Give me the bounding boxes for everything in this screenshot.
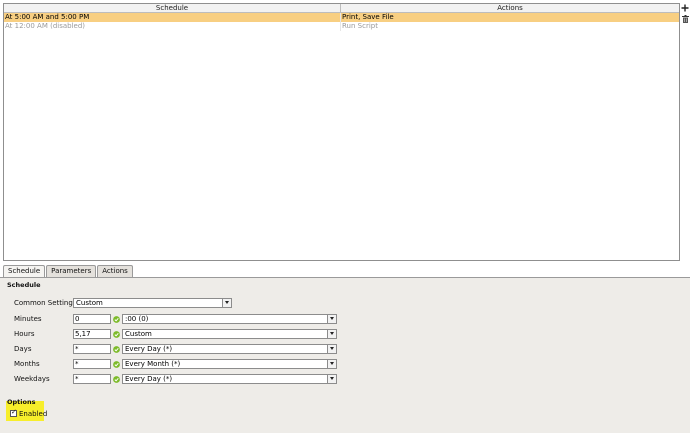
row-schedule-cell: At 5:00 AM and 5:00 PM xyxy=(4,13,341,22)
check-circle-icon xyxy=(113,360,120,368)
weekdays-label: Weekdays xyxy=(14,375,50,383)
enabled-option[interactable]: ✓ Enabled xyxy=(10,409,47,418)
hours-row: Hours 5,17 Custom xyxy=(14,329,674,339)
chevron-down-icon[interactable] xyxy=(327,345,336,353)
schedule-table: Schedule Actions At 5:00 AM and 5:00 PM … xyxy=(3,3,680,261)
tab-parameters[interactable]: Parameters xyxy=(46,265,97,277)
options-section-title: Options xyxy=(7,398,36,406)
months-select[interactable]: Every Month (*) xyxy=(122,359,337,369)
schedule-section-title: Schedule xyxy=(7,281,41,289)
check-circle-icon xyxy=(113,375,120,383)
months-row: Months * Every Month (*) xyxy=(14,359,674,369)
days-row: Days * Every Day (*) xyxy=(14,344,674,354)
minutes-select[interactable]: :00 (0) xyxy=(122,314,337,324)
chevron-down-icon[interactable] xyxy=(327,360,336,368)
table-header: Schedule Actions xyxy=(4,4,679,13)
row-actions-cell: Print, Save File xyxy=(342,13,394,21)
check-circle-icon xyxy=(113,330,120,338)
chevron-down-icon[interactable] xyxy=(327,315,336,323)
chevron-down-icon[interactable] xyxy=(327,375,336,383)
days-select[interactable]: Every Day (*) xyxy=(122,344,337,354)
hours-label: Hours xyxy=(14,330,35,338)
days-input[interactable]: * xyxy=(73,344,111,354)
common-settings-value: Custom xyxy=(76,299,103,307)
enabled-checkbox[interactable]: ✓ xyxy=(10,408,17,417)
column-header-actions[interactable]: Actions xyxy=(341,4,679,12)
weekdays-row: Weekdays * Every Day (*) xyxy=(14,374,674,384)
column-header-schedule[interactable]: Schedule xyxy=(4,4,341,12)
minutes-input[interactable]: 0 xyxy=(73,314,111,324)
table-toolbar xyxy=(680,3,690,25)
months-label: Months xyxy=(14,360,40,368)
minutes-row: Minutes 0 :00 (0) xyxy=(14,314,674,324)
minutes-label: Minutes xyxy=(14,315,42,323)
check-circle-icon xyxy=(113,345,120,353)
minutes-select-value: :00 (0) xyxy=(125,315,149,323)
months-select-value: Every Month (*) xyxy=(125,360,181,368)
plus-icon[interactable] xyxy=(680,4,690,14)
row-schedule-cell: At 12:00 AM (disabled) xyxy=(4,22,341,31)
hours-input[interactable]: 5,17 xyxy=(73,329,111,339)
months-input[interactable]: * xyxy=(73,359,111,369)
common-settings-row: Common Settings Custom xyxy=(14,298,674,308)
check-circle-icon xyxy=(113,315,120,323)
row-actions-cell: Run Script xyxy=(342,22,378,30)
common-settings-label: Common Settings xyxy=(14,299,77,307)
hours-select-value: Custom xyxy=(125,330,152,338)
chevron-down-icon[interactable] xyxy=(327,330,336,338)
checkmark-icon: ✓ xyxy=(11,408,17,416)
common-settings-select[interactable]: Custom xyxy=(73,298,232,308)
days-label: Days xyxy=(14,345,32,353)
chevron-down-icon[interactable] xyxy=(222,299,231,307)
hours-select[interactable]: Custom xyxy=(122,329,337,339)
table-row[interactable]: At 5:00 AM and 5:00 PM Print, Save File xyxy=(4,13,679,22)
days-select-value: Every Day (*) xyxy=(125,345,173,353)
weekdays-input[interactable]: * xyxy=(73,374,111,384)
weekdays-select[interactable]: Every Day (*) xyxy=(122,374,337,384)
trash-icon[interactable] xyxy=(680,15,690,25)
table-row[interactable]: At 12:00 AM (disabled) Run Script xyxy=(4,22,679,31)
enabled-label: Enabled xyxy=(19,409,48,418)
weekdays-select-value: Every Day (*) xyxy=(125,375,173,383)
tab-bar: Schedule Parameters Actions xyxy=(3,265,134,278)
tab-actions[interactable]: Actions xyxy=(97,265,133,277)
